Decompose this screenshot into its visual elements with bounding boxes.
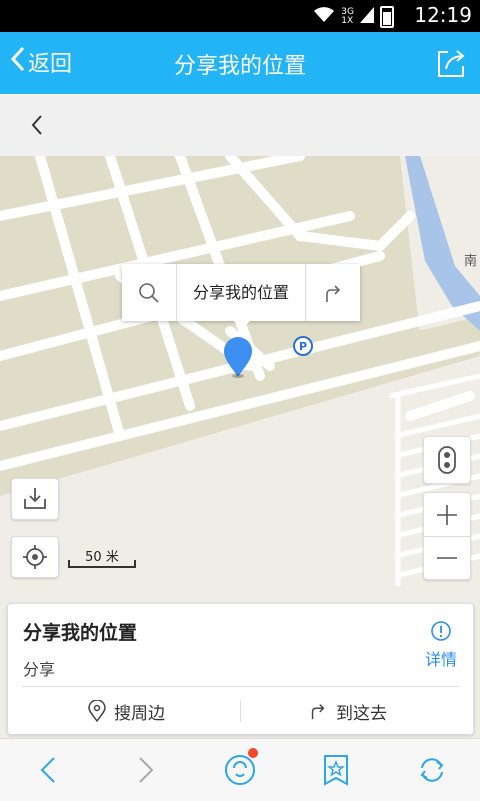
wifi-icon — [313, 7, 335, 27]
route-icon — [326, 284, 341, 302]
parking-marker[interactable]: P — [293, 336, 313, 356]
location-icon — [88, 700, 106, 722]
offline-map-button[interactable] — [11, 478, 59, 520]
page-title: 分享我的位置 — [173, 54, 306, 79]
traffic-icon — [438, 446, 456, 474]
map-scale: 50 米 — [68, 546, 136, 568]
info-icon — [431, 621, 451, 641]
nav-back-button[interactable] — [30, 752, 66, 788]
zoom-out-icon — [437, 556, 457, 559]
card-divider — [22, 686, 459, 687]
network-1x: 1X — [341, 16, 354, 26]
detail-button[interactable]: 详情 — [421, 620, 461, 670]
location-popup: 分享我的位置 — [122, 264, 360, 329]
network-indicator: 3G 1X — [341, 8, 354, 26]
download-icon — [24, 488, 46, 509]
route-here-button[interactable]: 到这去 — [308, 696, 387, 726]
location-pin-icon — [224, 337, 252, 378]
share-icon — [438, 50, 465, 77]
route-label: 到这去 — [336, 703, 387, 724]
traffic-button[interactable] — [423, 436, 471, 484]
parking-label: P — [298, 339, 308, 353]
status-time: 12:19 — [414, 3, 472, 27]
scale-bar — [68, 560, 136, 568]
locate-icon — [23, 545, 47, 569]
nearby-search-button[interactable]: 搜周边 — [88, 696, 165, 726]
nav-refresh-button[interactable] — [414, 752, 450, 788]
card-action-separator — [240, 700, 241, 722]
battery-icon — [380, 6, 394, 28]
map-toolbar — [0, 94, 480, 157]
card-title: 分享我的位置 — [23, 622, 138, 644]
share-button[interactable] — [434, 46, 468, 80]
bottom-nav — [0, 738, 480, 801]
card-subtitle: 分享 — [23, 660, 56, 679]
status-bar: 3G 1X 12:19 — [0, 0, 480, 32]
chat-icon — [225, 755, 255, 785]
notification-badge — [248, 748, 258, 758]
popup-route-button[interactable] — [306, 264, 360, 321]
bookmark-icon — [324, 755, 348, 786]
refresh-icon — [420, 758, 444, 782]
nav-forward-button[interactable] — [128, 752, 164, 788]
zoom-in-icon — [437, 504, 457, 525]
locate-button[interactable] — [11, 536, 59, 578]
app-bar: 返回 分享我的位置 — [0, 32, 480, 94]
nav-chat-button[interactable] — [222, 748, 258, 788]
detail-label: 详情 — [424, 650, 457, 669]
zoom-control — [423, 492, 471, 580]
zoom-in-button[interactable] — [424, 494, 470, 537]
nearby-label: 搜周边 — [114, 703, 165, 724]
chevron-left-icon — [31, 115, 42, 135]
popup-search-button[interactable] — [122, 264, 177, 321]
nav-bookmark-button[interactable] — [318, 752, 354, 788]
popup-title[interactable]: 分享我的位置 — [177, 264, 306, 321]
status-icons: 3G 1X — [313, 6, 394, 28]
location-pin[interactable] — [223, 336, 253, 378]
signal-icon — [360, 7, 374, 27]
zoom-out-button[interactable] — [424, 537, 470, 579]
map-road-label: 南 — [464, 254, 478, 269]
route-icon — [311, 704, 325, 720]
next-icon — [139, 757, 154, 783]
map-back-button[interactable] — [24, 111, 52, 139]
location-card: 分享我的位置 分享 详情 搜周边 到这去 — [7, 603, 474, 735]
search-icon — [139, 282, 159, 303]
prev-icon — [40, 757, 55, 783]
